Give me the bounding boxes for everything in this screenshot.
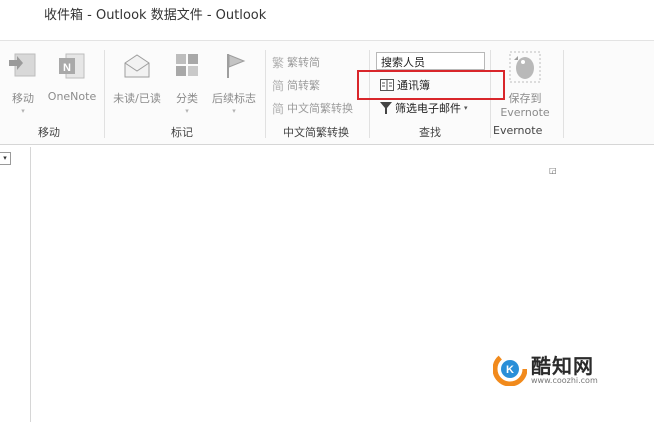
search-people-input[interactable]: 搜索人员 <box>376 52 485 70</box>
chinese-conversion-button[interactable]: 简 中文简繁转换 <box>272 99 353 117</box>
chevron-down-icon: ▾ <box>232 107 236 115</box>
tags-group-label: 标记 <box>171 126 193 139</box>
folder-dropdown[interactable]: ▾ <box>0 152 11 165</box>
evernote-group-label: Evernote <box>493 124 543 137</box>
move-button-label: 移动 <box>12 92 34 105</box>
read-unread-label: 未读/已读 <box>113 92 161 105</box>
categorize-icon <box>176 54 198 76</box>
filter-email-button[interactable]: 筛选电子邮件 ▾ <box>380 99 468 117</box>
coozhi-logo-icon: K <box>493 352 527 386</box>
traditional-char-icon: 繁 <box>272 55 285 70</box>
watermark-text: 酷知网 <box>531 354 594 378</box>
filter-email-label: 筛选电子邮件 <box>395 102 461 115</box>
categorize-label: 分类 <box>176 92 198 105</box>
chevron-down-icon: ▾ <box>185 107 189 115</box>
move-group-label: 移动 <box>38 126 60 139</box>
group-separator <box>104 50 105 138</box>
svg-text:N: N <box>63 62 71 74</box>
onenote-button[interactable]: N OneNote <box>43 50 101 103</box>
categorize-button[interactable]: 分类 ▾ <box>170 50 204 116</box>
chevron-down-icon: ▾ <box>3 154 7 162</box>
svg-text:K: K <box>506 364 514 376</box>
follow-up-button[interactable]: 后续标志 ▾ <box>207 50 261 116</box>
save-to-line2: Evernote <box>500 106 550 119</box>
to-simplified-label: 简转繁 <box>287 79 321 92</box>
watermark-url: www.coozhi.com <box>531 376 598 385</box>
onenote-icon: N <box>59 53 85 79</box>
onenote-button-label: OneNote <box>47 90 97 103</box>
to-traditional-button[interactable]: 繁 繁转简 <box>272 53 320 71</box>
to-traditional-label: 繁转简 <box>287 56 321 69</box>
move-button[interactable]: 移动 ▾ <box>4 50 42 116</box>
window-title: 收件箱 - Outlook 数据文件 - Outlook <box>44 8 267 23</box>
evernote-icon <box>509 51 541 83</box>
chinese-conversion-group-label: 中文简繁转换 <box>283 126 349 139</box>
ribbon-top-border <box>0 40 654 41</box>
envelope-icon <box>124 54 150 78</box>
to-simplified-button[interactable]: 简 简转繁 <box>272 76 320 94</box>
folder-pane <box>0 147 31 422</box>
dialog-launcher-icon[interactable]: ◲ <box>549 167 557 175</box>
find-group-label: 查找 <box>419 126 441 139</box>
funnel-icon <box>380 102 392 114</box>
chevron-down-icon: ▾ <box>21 107 25 115</box>
conversion-char-icon: 简 <box>272 101 285 116</box>
group-separator <box>265 50 266 138</box>
read-unread-button[interactable]: 未读/已读 <box>108 50 166 106</box>
watermark: K 酷知网 www.coozhi.com <box>493 350 613 390</box>
follow-up-label: 后续标志 <box>212 92 256 105</box>
address-book-highlight <box>357 70 505 100</box>
chevron-down-icon: ▾ <box>464 104 468 112</box>
group-separator <box>563 50 564 138</box>
ribbon: 移动 ▾ N OneNote 移动 未读/已读 分类 ▾ 后续标志 ▾ 标记 繁… <box>0 40 654 175</box>
move-icon <box>9 53 36 77</box>
simplified-char-icon: 简 <box>272 78 285 93</box>
chinese-conversion-label: 中文简繁转换 <box>287 102 354 115</box>
flag-icon <box>227 54 246 78</box>
